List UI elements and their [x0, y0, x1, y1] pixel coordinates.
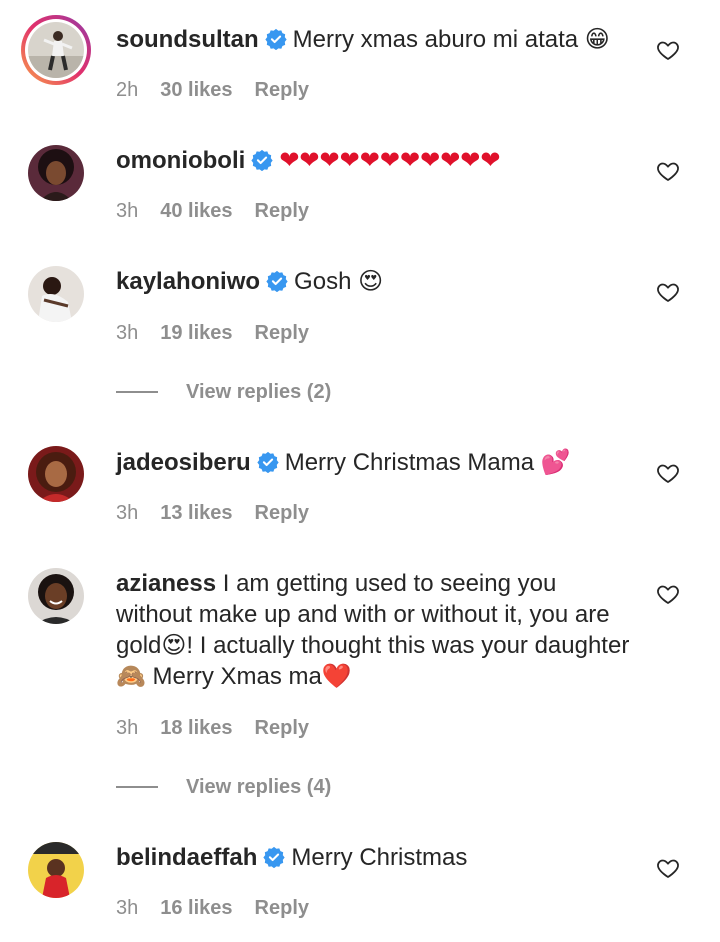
comment-time: 3h: [116, 502, 139, 524]
verified-badge-icon: [263, 846, 285, 868]
comment-username[interactable]: omonioboli: [116, 147, 245, 174]
view-replies-label[interactable]: View replies (4): [186, 776, 331, 799]
divider-line: [116, 786, 158, 788]
comment-likes[interactable]: 18 likes: [160, 717, 232, 739]
avatar[interactable]: [28, 446, 84, 502]
heart-outline-icon[interactable]: [656, 38, 680, 62]
comment-likes[interactable]: 19 likes: [160, 322, 232, 344]
view-replies-label[interactable]: View replies (2): [186, 381, 331, 404]
avatar[interactable]: [28, 266, 84, 322]
avatar[interactable]: [28, 568, 84, 624]
comment-username[interactable]: jadeosiberu: [116, 449, 251, 476]
avatar[interactable]: [28, 145, 84, 201]
comment-likes[interactable]: 16 likes: [160, 897, 232, 919]
comment-time: 3h: [116, 200, 139, 222]
comment-time: 3h: [116, 897, 139, 919]
heart-outline-icon[interactable]: [656, 856, 680, 880]
comment-likes[interactable]: 40 likes: [160, 200, 232, 222]
verified-badge-icon: [257, 451, 279, 473]
comment-text: Gosh 😍: [294, 268, 384, 295]
verified-badge-icon: [251, 149, 273, 171]
reply-button[interactable]: Reply: [255, 897, 309, 919]
avatar[interactable]: [28, 842, 84, 898]
comment-username[interactable]: belindaeffah: [116, 844, 257, 871]
comment-username[interactable]: azianess: [116, 570, 216, 597]
verified-badge-icon: [265, 28, 287, 50]
comment-time: 2h: [116, 79, 139, 101]
comment-likes[interactable]: 13 likes: [160, 502, 232, 524]
heart-outline-icon[interactable]: [656, 461, 680, 485]
heart-outline-icon[interactable]: [656, 582, 680, 606]
reply-button[interactable]: Reply: [255, 717, 309, 739]
reply-button[interactable]: Reply: [255, 200, 309, 222]
comment-time: 3h: [116, 322, 139, 344]
comment-username[interactable]: kaylahoniwo: [116, 268, 260, 295]
avatar[interactable]: [21, 15, 91, 85]
view-replies-button[interactable]: View replies (4): [116, 772, 331, 802]
divider-line: [116, 391, 158, 393]
view-replies-button[interactable]: View replies (2): [116, 377, 331, 407]
heart-outline-icon[interactable]: [656, 159, 680, 183]
comment-username[interactable]: soundsultan: [116, 26, 259, 53]
verified-badge-icon: [266, 270, 288, 292]
reply-button[interactable]: Reply: [255, 502, 309, 524]
reply-button[interactable]: Reply: [255, 322, 309, 344]
comment-text: Merry Christmas Mama 💕: [284, 449, 571, 476]
comment-likes[interactable]: 30 likes: [160, 79, 232, 101]
comment-text: Merry xmas aburo mi atata 😁: [292, 26, 610, 53]
comment-time: 3h: [116, 717, 139, 739]
reply-button[interactable]: Reply: [255, 79, 309, 101]
comment-text: Merry Christmas: [291, 844, 468, 871]
heart-outline-icon[interactable]: [656, 280, 680, 304]
comment-text: ❤❤❤❤❤❤❤❤❤❤❤: [279, 147, 501, 174]
